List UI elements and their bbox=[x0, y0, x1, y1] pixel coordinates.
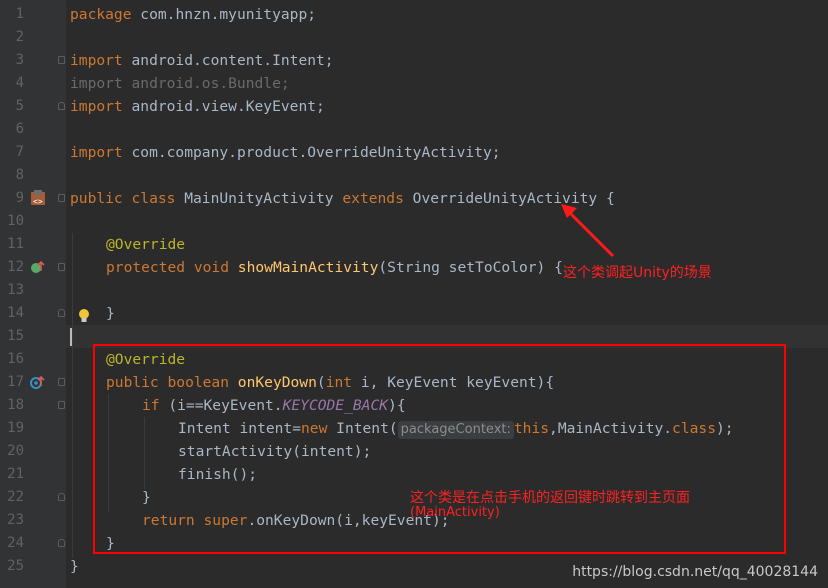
line-number-row: 1 bbox=[0, 3, 66, 26]
arrow-icon bbox=[561, 204, 615, 258]
code-line-1[interactable]: package com.hnzn.myunityapp; bbox=[70, 3, 316, 26]
line-number: 5 bbox=[15, 98, 24, 114]
line-number-row: 6 bbox=[0, 118, 66, 141]
line-number: 23 bbox=[7, 512, 24, 528]
line-number: 2 bbox=[15, 29, 24, 45]
line-number-row: 5 bbox=[0, 95, 66, 118]
implements-icon[interactable]: <> bbox=[30, 190, 48, 212]
line-number-row: 25 bbox=[0, 555, 66, 578]
line-number-row: 24 bbox=[0, 532, 66, 555]
fold-marker[interactable] bbox=[58, 194, 65, 202]
highlight-box bbox=[93, 344, 786, 554]
line-number: 4 bbox=[15, 75, 24, 91]
line-number: 9 bbox=[15, 190, 24, 206]
keyword: protected void bbox=[106, 259, 230, 276]
code-line-7[interactable]: import com.company.product.OverrideUnity… bbox=[70, 141, 501, 164]
line-number: 16 bbox=[7, 351, 24, 367]
code-line-25[interactable]: } bbox=[70, 555, 79, 578]
fold-marker[interactable] bbox=[58, 56, 65, 64]
line-number-row: 23 bbox=[0, 509, 66, 532]
line-number: 7 bbox=[15, 144, 24, 160]
line-number-row: 10 bbox=[0, 210, 66, 233]
code-text: } bbox=[106, 305, 115, 322]
keyword: import bbox=[70, 98, 123, 115]
keyword: extends bbox=[342, 190, 404, 207]
line-number-row: 11 bbox=[0, 233, 66, 256]
code-line-12[interactable]: protected void showMainActivity(String s… bbox=[106, 256, 563, 279]
line-number: 12 bbox=[7, 259, 24, 275]
line-number-row: 13 bbox=[0, 279, 66, 302]
keyword: package bbox=[70, 6, 132, 23]
line-number: 25 bbox=[7, 558, 24, 574]
fold-marker[interactable] bbox=[58, 493, 65, 501]
keyword: import bbox=[70, 144, 123, 161]
annotation-tag: @Override bbox=[106, 236, 186, 253]
line-number-row: 15 bbox=[0, 325, 66, 348]
annotation-note-1: 这个类调起Unity的场景 bbox=[563, 265, 712, 281]
line-number: 15 bbox=[7, 328, 24, 344]
line-number: 8 bbox=[15, 167, 24, 183]
line-number: 17 bbox=[7, 374, 24, 390]
code-line-14[interactable]: } bbox=[106, 302, 115, 325]
line-number-row: 8 bbox=[0, 164, 66, 187]
svg-text:<>: <> bbox=[33, 197, 43, 206]
code-line-3[interactable]: import android.content.Intent; bbox=[70, 49, 334, 72]
line-number-row: 3 bbox=[0, 49, 66, 72]
fold-marker[interactable] bbox=[58, 539, 65, 547]
class-name: MainUnityActivity bbox=[175, 190, 343, 207]
line-number: 13 bbox=[7, 282, 24, 298]
line-number: 6 bbox=[15, 121, 24, 137]
line-number: 19 bbox=[7, 420, 24, 436]
line-number: 18 bbox=[7, 397, 24, 413]
code-text-unused-import: import android.os.Bundle; bbox=[70, 75, 290, 92]
keyword: public class bbox=[70, 190, 176, 207]
fold-marker[interactable] bbox=[58, 263, 65, 271]
line-number: 21 bbox=[7, 466, 24, 482]
line-number: 1 bbox=[15, 6, 24, 22]
line-number: 14 bbox=[7, 305, 24, 321]
code-line-4[interactable]: import android.os.Bundle; bbox=[70, 72, 290, 95]
line-number: 20 bbox=[7, 443, 24, 459]
code-text: android.view.KeyEvent; bbox=[122, 98, 325, 115]
code-text: (String setToColor) { bbox=[378, 259, 563, 276]
line-number-row: 14 bbox=[0, 302, 66, 325]
watermark: https://blog.csdn.net/qq_40028144 bbox=[572, 564, 818, 580]
line-number: 10 bbox=[7, 213, 24, 229]
annotation-note-2-sub: (MainActivity) bbox=[410, 505, 500, 520]
code-line-5[interactable]: import android.view.KeyEvent; bbox=[70, 95, 325, 118]
line-number-row: 21 bbox=[0, 463, 66, 486]
code-line-9[interactable]: public class MainUnityActivity extends O… bbox=[70, 187, 615, 210]
fold-marker[interactable] bbox=[58, 378, 65, 386]
indent-guide bbox=[72, 233, 73, 558]
line-number: 22 bbox=[7, 489, 24, 505]
line-number-row: 7 bbox=[0, 141, 66, 164]
line-number-row: 4 bbox=[0, 72, 66, 95]
line-number: 3 bbox=[15, 52, 24, 68]
line-number: 11 bbox=[7, 236, 24, 252]
line-number-row: 18 bbox=[0, 394, 66, 417]
override-icon[interactable] bbox=[30, 374, 46, 394]
override-icon[interactable] bbox=[30, 259, 46, 279]
keyword: import bbox=[70, 52, 123, 69]
fold-marker[interactable] bbox=[58, 102, 65, 110]
code-line-11[interactable]: @Override bbox=[106, 233, 185, 256]
line-number-row: 2 bbox=[0, 26, 66, 49]
text-caret bbox=[70, 328, 72, 346]
code-text: com.company.product.OverrideUnityActivit… bbox=[122, 144, 501, 161]
code-text: android.content.Intent; bbox=[122, 52, 334, 69]
code-text: } bbox=[70, 558, 79, 575]
method-name: showMainActivity bbox=[229, 259, 379, 276]
fold-marker[interactable] bbox=[58, 401, 65, 409]
line-number-row: 16 bbox=[0, 348, 66, 371]
line-number-row: 20 bbox=[0, 440, 66, 463]
bulb-icon[interactable] bbox=[77, 308, 91, 328]
line-number-row: 19 bbox=[0, 417, 66, 440]
fold-marker[interactable] bbox=[58, 309, 65, 317]
annotation-note-2: 这个类是在点击手机的返回键时跳转到主页面 bbox=[410, 490, 690, 506]
code-text: com.hnzn.myunityapp; bbox=[131, 6, 317, 23]
line-number: 24 bbox=[7, 535, 24, 551]
line-number-row: 22 bbox=[0, 486, 66, 509]
